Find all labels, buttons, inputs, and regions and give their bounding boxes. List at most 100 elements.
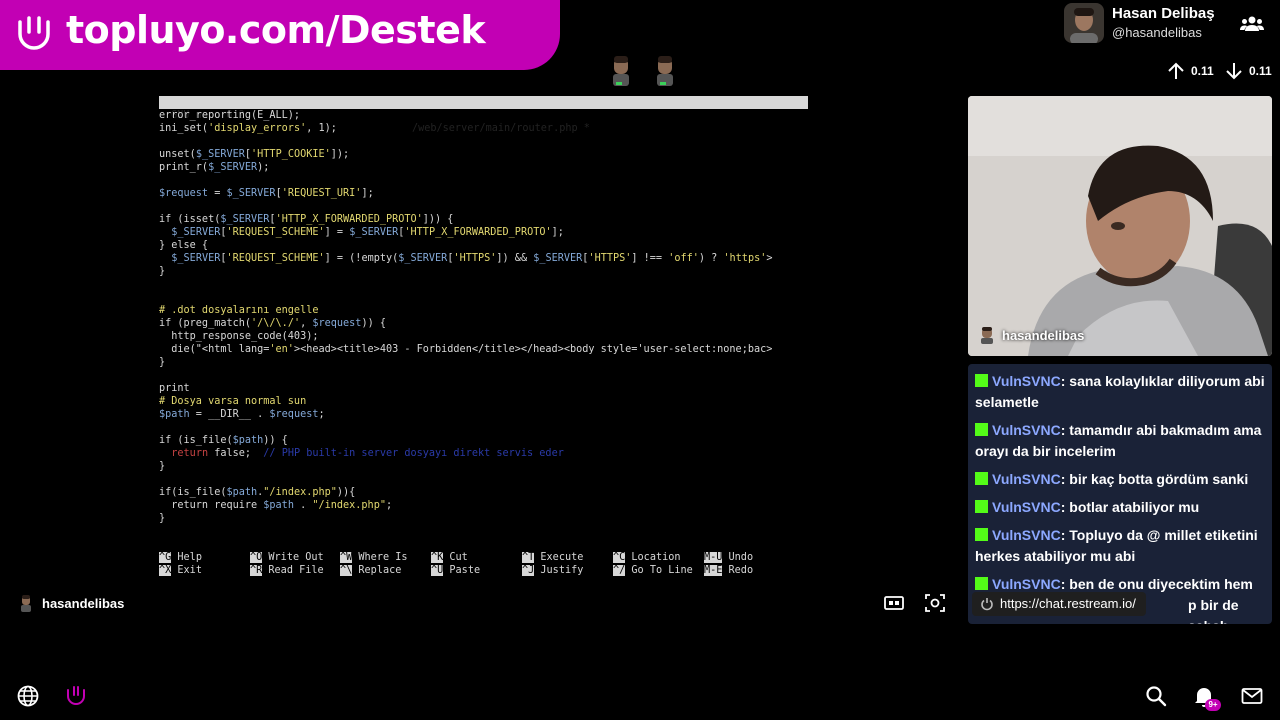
shortcut-label: Exit xyxy=(171,565,202,576)
code-line: print_r($_SERVER); xyxy=(159,162,270,173)
player-user[interactable]: hasandelibas xyxy=(20,594,124,612)
theater-mode-icon[interactable] xyxy=(884,594,904,612)
nano-shortcut: ^U Paste xyxy=(431,564,480,577)
code-line: # .dot dosyalarını engelle xyxy=(159,305,319,316)
kick-icon xyxy=(975,577,988,590)
chat-user[interactable]: VulnSVNC xyxy=(992,373,1061,389)
topluyo-home-icon[interactable] xyxy=(64,684,88,708)
shortcut-key: ^X xyxy=(159,565,172,576)
shortcut-label: Location xyxy=(625,552,681,563)
streamer-name: Hasan Delibaş xyxy=(1112,5,1215,22)
nano-editor[interactable]: GNU nano 6.2 /web/server/main/router.php… xyxy=(159,96,808,580)
code-line: ini_set('display_errors', 1); xyxy=(159,123,337,134)
webcam-feed: hasandelibas xyxy=(968,96,1272,356)
chat-user[interactable]: VulnSVNC xyxy=(992,422,1061,438)
code-line: } xyxy=(159,266,166,277)
download-stat: 0.11 xyxy=(1225,62,1272,80)
code-line: if (is_file($path)) { xyxy=(159,435,288,446)
kick-icon xyxy=(975,472,988,485)
nano-shortcut: ^K Cut xyxy=(431,551,468,564)
shortcut-key: ^W xyxy=(340,552,353,563)
code-line: die("<html lang='en'><head><title>403 - … xyxy=(159,344,773,355)
mail-icon[interactable] xyxy=(1240,684,1264,708)
nano-shortcut: ^G Help xyxy=(159,551,202,564)
code-line: } xyxy=(159,461,166,472)
code-line: } xyxy=(159,357,166,368)
code-line: } else { xyxy=(159,240,209,251)
shortcut-label: Cut xyxy=(443,552,468,563)
chat-message: VulnSVNC: tamamdır abi bakmadım ama oray… xyxy=(975,422,1262,459)
chat-user[interactable]: VulnSVNC xyxy=(992,527,1061,543)
nano-shortcut: M-U Undo xyxy=(704,551,753,564)
nano-shortcut: ^X Exit xyxy=(159,564,202,577)
shortcut-key: ^T xyxy=(522,552,535,563)
streamer-info[interactable]: Hasan Delibaş @hasandelibas xyxy=(1064,3,1215,43)
globe-icon[interactable] xyxy=(16,684,40,708)
chat-user[interactable]: VulnSVNC xyxy=(992,499,1061,515)
nano-shortcut: ^\ Replace xyxy=(340,564,401,577)
code-line: print xyxy=(159,383,190,394)
people-icon[interactable] xyxy=(1240,14,1264,34)
shortcut-label: Help xyxy=(171,552,202,563)
notification-badge: 9+ xyxy=(1205,699,1221,711)
shortcut-label: Execute xyxy=(534,552,584,563)
shortcut-key: ^J xyxy=(522,565,535,576)
webcam-image xyxy=(968,96,1272,356)
shortcut-key: ^R xyxy=(250,565,263,576)
topluyo-logo-icon xyxy=(18,16,50,50)
webcam-avatar-icon xyxy=(981,327,993,344)
code-area[interactable]: error_reporting(E_ALL); ini_set('display_… xyxy=(159,109,808,525)
streamer-handle: @hasandelibas xyxy=(1112,25,1202,40)
nano-shortcut: ^/ Go To Line xyxy=(613,564,693,577)
link-tooltip: https://chat.restream.io/ xyxy=(972,592,1146,616)
search-icon[interactable] xyxy=(1144,684,1168,708)
chat-message-partial: p bir de sabah xyxy=(1188,597,1239,624)
code-line: if (preg_match('/\/\./', $request)) { xyxy=(159,318,386,329)
shortcut-key: ^/ xyxy=(613,565,626,576)
webcam-label: hasandelibas xyxy=(980,326,1084,344)
code-line: $path = __DIR__ . $request; xyxy=(159,409,325,420)
viewer-avatar-icon xyxy=(613,56,629,86)
code-line: return false; // PHP built-in server dos… xyxy=(171,448,564,459)
viewer-avatar-icon xyxy=(657,56,673,86)
nano-shortcut: ^W Where Is xyxy=(340,551,407,564)
code-line: $_SERVER['REQUEST_SCHEME'] = $_SERVER['H… xyxy=(171,227,564,238)
chat-user[interactable]: VulnSVNC xyxy=(992,471,1061,487)
shortcut-label: Redo xyxy=(722,565,754,576)
chat-message: VulnSVNC: sana kolaylıklar diliyorum abi… xyxy=(975,373,1265,410)
code-line: unset($_SERVER['HTTP_COOKIE']); xyxy=(159,149,350,160)
shortcut-label: Justify xyxy=(534,565,584,576)
nano-titlebar: GNU nano 6.2 /web/server/main/router.php… xyxy=(159,96,808,134)
code-line: # Dosya varsa normal sun xyxy=(159,396,307,407)
shortcut-key: M-E xyxy=(704,565,723,576)
player-avatar-icon xyxy=(21,595,31,612)
shortcut-key: ^G xyxy=(159,552,172,563)
tooltip-url: https://chat.restream.io/ xyxy=(1000,596,1136,611)
player-username: hasandelibas xyxy=(42,595,125,611)
nano-shortcuts: ^G Help ^X Exit ^O Write Out ^R Read File ^W… xyxy=(159,551,808,579)
chat-text: botlar atabiliyor mu xyxy=(1069,499,1200,515)
kick-icon xyxy=(975,528,988,541)
shortcut-label: Where Is xyxy=(352,552,408,563)
shortcut-key: M-U xyxy=(704,552,723,563)
chat-panel[interactable]: VulnSVNC: sana kolaylıklar diliyorum abi… xyxy=(968,364,1272,624)
shortcut-key: ^K xyxy=(431,552,444,563)
shortcut-label: Write Out xyxy=(262,552,324,563)
shortcut-key: ^\ xyxy=(340,565,353,576)
chat-text: bir kaç botta gördüm sanki xyxy=(1069,471,1249,487)
upload-value: 0.11 xyxy=(1191,64,1214,78)
screenshot-icon[interactable] xyxy=(925,594,945,612)
chat-user[interactable]: VulnSVNC xyxy=(992,576,1061,592)
arrow-down-icon xyxy=(1226,63,1242,80)
code-line: http_response_code(403); xyxy=(159,331,319,342)
kick-icon xyxy=(975,500,988,513)
code-line: } xyxy=(159,513,166,524)
shortcut-label: Read File xyxy=(262,565,324,576)
